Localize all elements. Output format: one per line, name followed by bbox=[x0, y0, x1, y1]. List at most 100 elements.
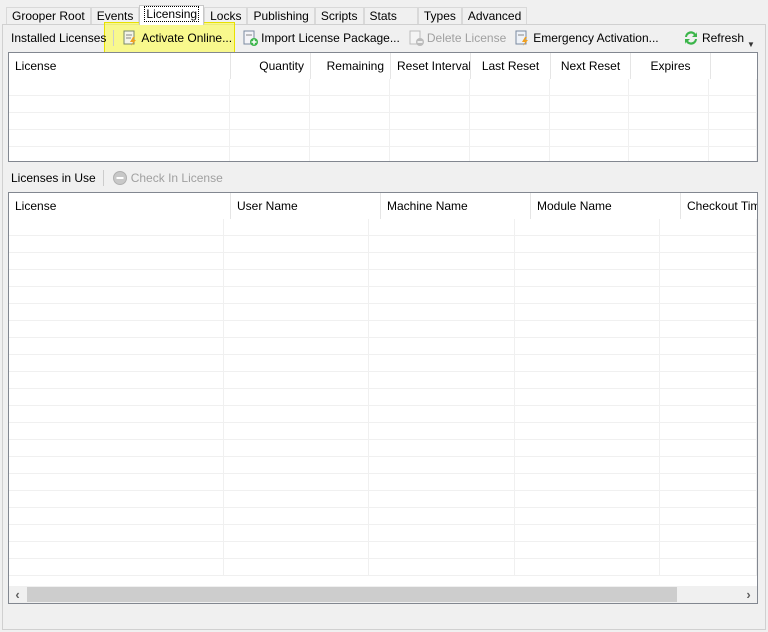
table-cell bbox=[369, 219, 515, 236]
table-row[interactable] bbox=[9, 559, 757, 576]
scroll-right-icon[interactable]: › bbox=[740, 586, 757, 603]
delete-license-button[interactable]: Delete License bbox=[404, 27, 510, 49]
grid-rows bbox=[9, 219, 757, 576]
table-cell bbox=[224, 338, 370, 355]
table-cell bbox=[660, 423, 757, 440]
table-cell bbox=[224, 253, 370, 270]
table-cell bbox=[369, 406, 515, 423]
separator bbox=[102, 170, 104, 186]
table-cell bbox=[470, 96, 550, 113]
refresh-button[interactable]: Refresh bbox=[679, 27, 748, 49]
tab-licensing[interactable]: Licensing bbox=[139, 5, 205, 25]
tab-scripts[interactable]: Scripts bbox=[314, 7, 364, 25]
table-row[interactable] bbox=[9, 457, 757, 474]
tab-publishing[interactable]: Publishing bbox=[247, 7, 315, 25]
table-cell bbox=[9, 304, 225, 321]
licenses-in-use-grid[interactable]: License User Name Machine Name Module Na… bbox=[8, 192, 758, 604]
table-row[interactable] bbox=[9, 287, 757, 304]
table-cell bbox=[224, 355, 370, 372]
table-row[interactable] bbox=[9, 253, 757, 270]
table-row[interactable] bbox=[9, 113, 757, 130]
table-cell bbox=[224, 321, 370, 338]
table-cell bbox=[515, 389, 661, 406]
tab-advanced[interactable]: Advanced bbox=[461, 7, 528, 25]
table-cell bbox=[224, 491, 370, 508]
table-cell bbox=[369, 423, 515, 440]
table-row[interactable] bbox=[9, 79, 757, 96]
column-quantity[interactable]: Quantity bbox=[231, 53, 311, 79]
table-row[interactable] bbox=[9, 219, 757, 236]
check-in-license-button[interactable]: Check In License bbox=[108, 167, 227, 189]
column-reset-interval[interactable]: Reset Interval bbox=[391, 53, 471, 79]
table-row[interactable] bbox=[9, 96, 757, 113]
table-cell bbox=[709, 113, 757, 130]
column-expires[interactable]: Expires bbox=[631, 53, 711, 79]
table-cell bbox=[224, 457, 370, 474]
table-cell bbox=[660, 508, 757, 525]
table-row[interactable] bbox=[9, 372, 757, 389]
table-row[interactable] bbox=[9, 147, 757, 161]
table-cell bbox=[9, 457, 225, 474]
toolbar-overflow-icon[interactable]: ▼ bbox=[747, 40, 755, 49]
tab-stats[interactable]: Stats bbox=[363, 7, 418, 25]
grid-rows bbox=[9, 79, 757, 161]
refresh-label: Refresh bbox=[701, 31, 744, 45]
column-license[interactable]: License bbox=[9, 193, 231, 219]
table-cell bbox=[230, 147, 311, 161]
table-row[interactable] bbox=[9, 270, 757, 287]
table-cell bbox=[550, 79, 630, 96]
table-row[interactable] bbox=[9, 508, 757, 525]
column-user-name[interactable]: User Name bbox=[231, 193, 381, 219]
horizontal-scrollbar[interactable]: ‹ › bbox=[9, 586, 757, 603]
column-module-name[interactable]: Module Name bbox=[531, 193, 681, 219]
table-row[interactable] bbox=[9, 423, 757, 440]
table-row[interactable] bbox=[9, 440, 757, 457]
table-cell bbox=[224, 542, 370, 559]
table-row[interactable] bbox=[9, 304, 757, 321]
table-cell bbox=[369, 287, 515, 304]
table-row[interactable] bbox=[9, 542, 757, 559]
table-cell bbox=[515, 457, 661, 474]
table-cell bbox=[9, 406, 225, 423]
table-cell bbox=[224, 406, 370, 423]
table-cell bbox=[9, 508, 225, 525]
activate-online-button[interactable]: Activate Online... bbox=[118, 27, 236, 49]
table-cell bbox=[550, 96, 630, 113]
tab-grooper-root[interactable]: Grooper Root bbox=[6, 7, 91, 25]
table-cell bbox=[629, 130, 710, 147]
import-license-package-button[interactable]: Import License Package... bbox=[238, 27, 404, 49]
scroll-left-icon[interactable]: ‹ bbox=[9, 586, 26, 603]
table-cell bbox=[369, 304, 515, 321]
table-cell bbox=[470, 79, 550, 96]
table-row[interactable] bbox=[9, 338, 757, 355]
table-cell bbox=[369, 474, 515, 491]
status-area bbox=[8, 606, 758, 628]
column-last-reset[interactable]: Last Reset bbox=[471, 53, 551, 79]
table-row[interactable] bbox=[9, 474, 757, 491]
table-cell bbox=[9, 525, 225, 542]
column-checkout-time[interactable]: Checkout Time bbox=[681, 193, 757, 219]
table-row[interactable] bbox=[9, 130, 757, 147]
column-next-reset[interactable]: Next Reset bbox=[551, 53, 631, 79]
installed-licenses-grid[interactable]: License Quantity Remaining Reset Interva… bbox=[8, 52, 758, 162]
emergency-activation-button[interactable]: Emergency Activation... bbox=[510, 27, 662, 49]
column-remaining[interactable]: Remaining bbox=[311, 53, 391, 79]
table-row[interactable] bbox=[9, 406, 757, 423]
table-row[interactable] bbox=[9, 236, 757, 253]
table-row[interactable] bbox=[9, 491, 757, 508]
table-cell bbox=[9, 219, 225, 236]
column-machine-name[interactable]: Machine Name bbox=[381, 193, 531, 219]
table-cell bbox=[310, 147, 390, 161]
scrollbar-thumb[interactable] bbox=[27, 587, 677, 602]
table-row[interactable] bbox=[9, 321, 757, 338]
column-license[interactable]: License bbox=[9, 53, 231, 79]
table-cell bbox=[515, 219, 661, 236]
table-row[interactable] bbox=[9, 389, 757, 406]
table-cell bbox=[369, 559, 515, 576]
tab-types[interactable]: Types bbox=[417, 7, 462, 25]
table-cell bbox=[515, 525, 661, 542]
table-cell bbox=[310, 130, 390, 147]
table-row[interactable] bbox=[9, 525, 757, 542]
table-row[interactable] bbox=[9, 355, 757, 372]
installed-licenses-label: Installed Licenses bbox=[11, 31, 107, 45]
